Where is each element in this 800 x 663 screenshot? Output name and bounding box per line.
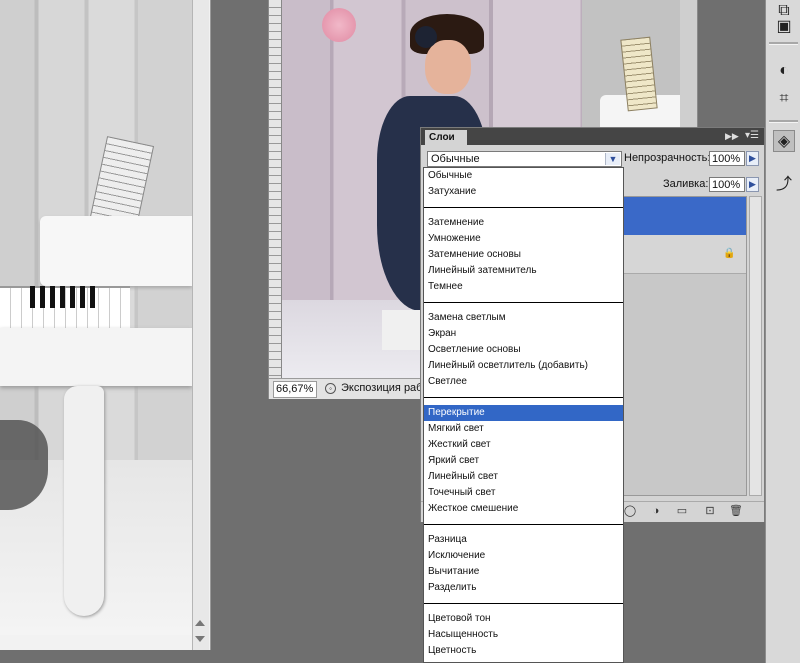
blend-mode-dropdown[interactable]: Обычные Затухание Затемнение Умножение Затем…	[423, 167, 624, 663]
blend-mode-option[interactable]: Затемнение основы	[424, 247, 623, 263]
blend-mode-option[interactable]: Разделить	[424, 580, 623, 596]
flower-decoration	[322, 8, 356, 42]
transform-icon[interactable]: ⌗	[773, 88, 795, 110]
piano-black-keys	[30, 286, 100, 308]
blend-mode-option[interactable]: Точечный свет	[424, 485, 623, 501]
zoom-level-field[interactable]: 66,67%	[273, 381, 317, 398]
dock-separator	[769, 120, 798, 123]
grayscale-photo	[0, 0, 192, 635]
piano-lid	[40, 216, 192, 286]
delete-layer-icon[interactable]: 🗑	[729, 504, 743, 518]
blend-mode-option[interactable]: Умножение	[424, 231, 623, 247]
opacity-arrow-icon[interactable]: ▶	[746, 151, 759, 166]
menu-separator	[424, 207, 623, 208]
opacity-label: Непрозрачность:	[624, 152, 711, 164]
left-vertical-scrollbar[interactable]	[192, 0, 209, 650]
blend-mode-option[interactable]: Осветление основы	[424, 342, 623, 358]
adjustment-layer-icon[interactable]: ◑	[649, 504, 663, 518]
layers-scrollbar[interactable]	[749, 196, 762, 496]
blend-mode-option[interactable]: Перекрытие	[424, 405, 623, 421]
blend-mode-option[interactable]: Затухание	[424, 184, 623, 200]
blend-mode-option[interactable]: Жесткий свет	[424, 437, 623, 453]
blend-mode-option[interactable]: Темнее	[424, 279, 623, 295]
panel-menu-icon[interactable]: ▾☰	[745, 130, 759, 141]
blend-mode-option[interactable]: Замена светлым	[424, 310, 623, 326]
blend-mode-option[interactable]: Мягкий свет	[424, 421, 623, 437]
mask-icon[interactable]: ◯	[623, 504, 637, 518]
blend-mode-option[interactable]: Линейный осветлитель (добавить)	[424, 358, 623, 374]
fill-label: Заливка:	[663, 178, 709, 190]
layers-icon[interactable]: ◈	[773, 130, 795, 152]
collapse-icon[interactable]: ▶▶	[725, 131, 739, 142]
blend-mode-value: Обычные	[431, 153, 480, 165]
panel-header: Слои ▶▶ ▾☰	[421, 128, 764, 145]
menu-separator	[424, 603, 623, 604]
panel-dock-strip: ⧉ ▣ ◐ ⌗ ◈ ⤴	[765, 0, 800, 663]
new-layer-icon[interactable]: ⊡	[703, 504, 717, 518]
dock-separator	[769, 42, 798, 45]
menu-separator	[424, 524, 623, 525]
fill-field[interactable]: 100%	[709, 177, 745, 192]
scroll-up-icon[interactable]	[195, 620, 205, 626]
menu-separator	[424, 397, 623, 398]
group-icon[interactable]: ▭	[675, 504, 689, 518]
blend-mode-option[interactable]: Линейный свет	[424, 469, 623, 485]
adjustments-icon[interactable]: ◐	[773, 60, 795, 82]
blend-mode-option[interactable]: Жесткое смешение	[424, 501, 623, 517]
blend-mode-option[interactable]: Экран	[424, 326, 623, 342]
tab-layers[interactable]: Слои	[425, 130, 467, 145]
blend-mode-option[interactable]: Цветность	[424, 643, 623, 659]
blend-mode-option[interactable]: Вычитание	[424, 564, 623, 580]
blend-mode-option[interactable]: Затемнение	[424, 215, 623, 231]
blend-mode-option[interactable]: Исключение	[424, 548, 623, 564]
scroll-down-icon[interactable]	[195, 636, 205, 642]
girl-face	[425, 40, 471, 94]
blend-mode-option[interactable]: Линейный затемнитель	[424, 263, 623, 279]
chevron-down-icon[interactable]: ▼	[605, 153, 620, 165]
opacity-field[interactable]: 100%	[709, 151, 745, 166]
paths-icon[interactable]: ⤴	[773, 174, 795, 196]
blend-mode-option[interactable]: Разница	[424, 532, 623, 548]
vertical-ruler	[269, 0, 282, 378]
blend-mode-option[interactable]: Насыщенность	[424, 627, 623, 643]
lock-icon: 🔒	[723, 248, 736, 259]
piano-body	[0, 328, 192, 386]
blend-mode-option[interactable]: Обычные	[424, 168, 623, 184]
blend-mode-option[interactable]: Яркий свет	[424, 453, 623, 469]
menu-separator	[424, 302, 623, 303]
left-document-window[interactable]	[0, 0, 211, 650]
blend-mode-option[interactable]: Цветовой тон	[424, 611, 623, 627]
blend-mode-option[interactable]: Светлее	[424, 374, 623, 390]
piano-leg	[64, 386, 104, 616]
blend-mode-select[interactable]: Обычные ▼	[427, 151, 622, 167]
hair-bow	[415, 26, 437, 48]
status-info-icon[interactable]: ◦	[325, 383, 336, 394]
swatches-icon[interactable]: ▣	[773, 16, 795, 38]
fill-arrow-icon[interactable]: ▶	[746, 177, 759, 192]
status-info-text: Экспозиция раб	[341, 382, 421, 394]
